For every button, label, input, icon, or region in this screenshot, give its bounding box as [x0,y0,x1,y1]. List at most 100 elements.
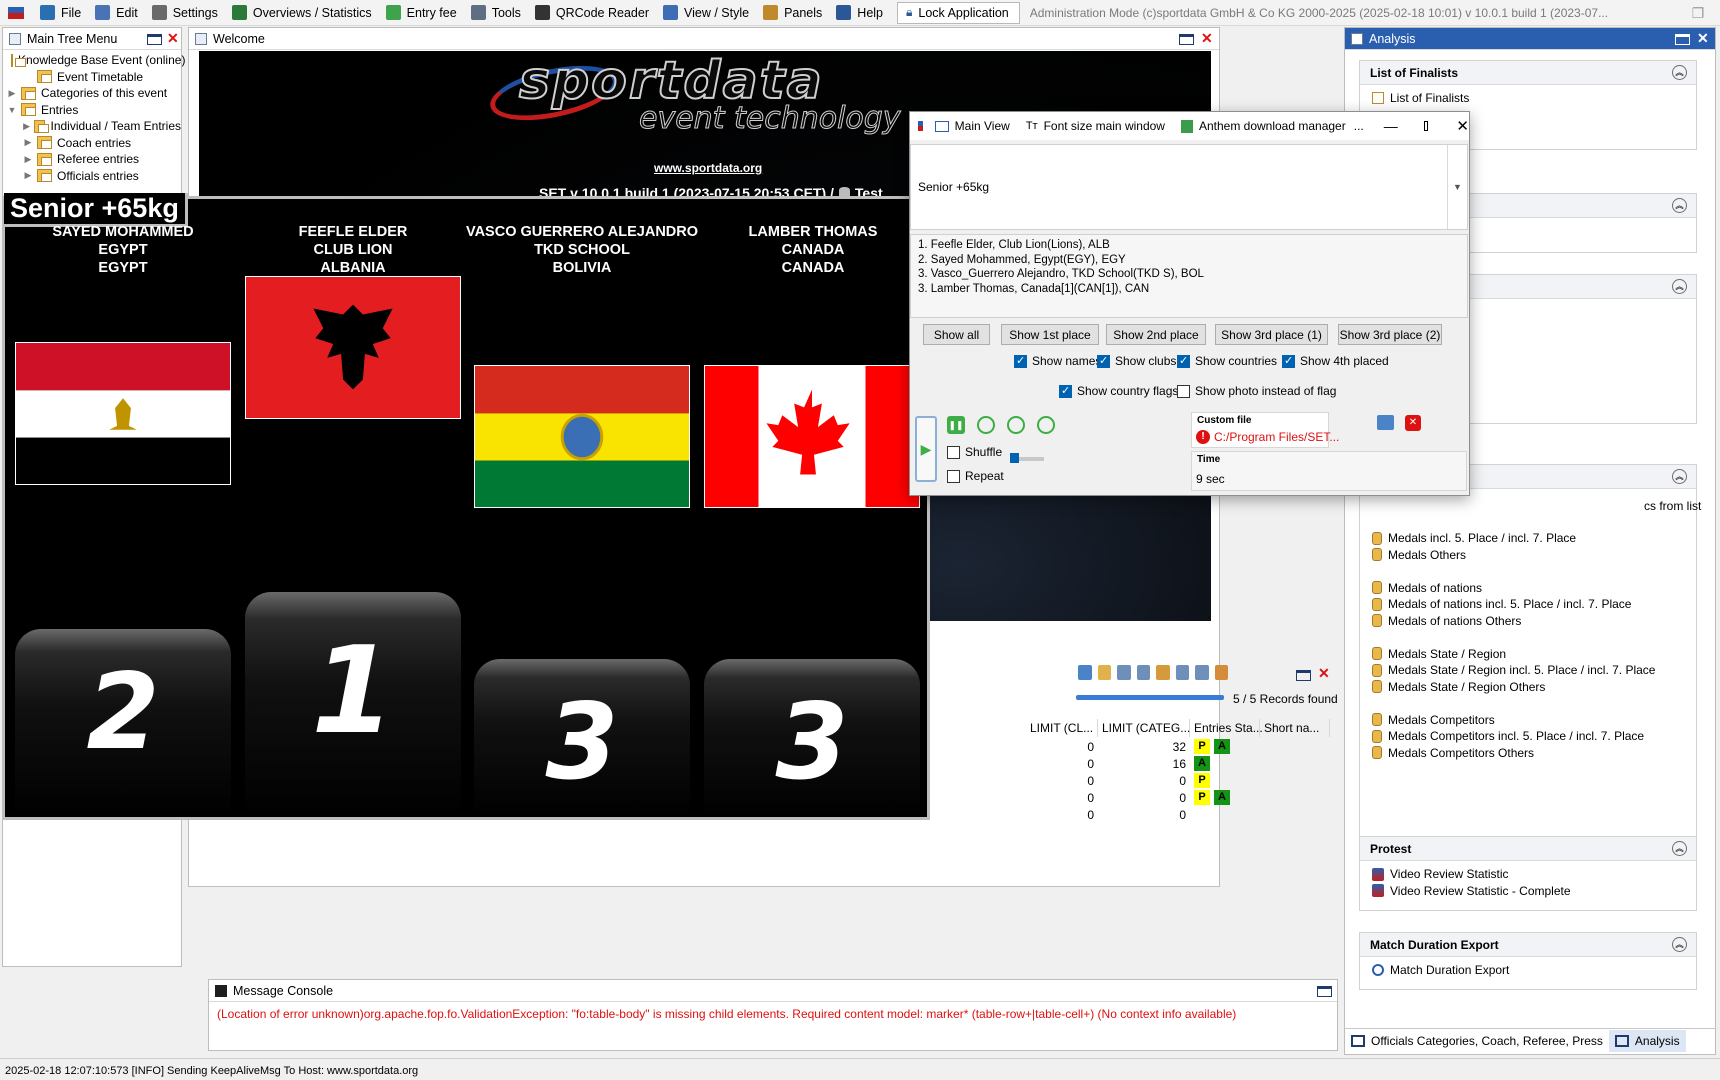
show-names-checkbox[interactable]: Show names [1014,354,1101,368]
medals-item[interactable]: Medals State / Region Others [1360,679,1698,696]
protest-header[interactable]: Protest ︽ [1360,837,1696,861]
more-button[interactable]: ... [1354,119,1364,133]
restore-window-button[interactable]: ❐ [1676,5,1720,22]
collapse-icon[interactable]: ︽ [1672,841,1687,856]
maximize-button[interactable] [1179,34,1194,45]
sportdata-url-link[interactable]: www.sportdata.org [654,161,762,175]
toolbar-icon[interactable] [1195,665,1209,680]
tab-analysis[interactable]: Analysis [1608,1029,1686,1052]
expander-icon[interactable]: ▶ [23,137,33,148]
minimize-button[interactable]: — [1384,118,1398,134]
medals-item[interactable]: Medals Competitors incl. 5. Place / incl… [1360,728,1698,745]
tab-officials[interactable]: Officials Categories, Coach, Referee, Pr… [1345,1034,1609,1048]
maximize-button[interactable] [1317,986,1332,997]
show-button-4[interactable]: Show 3rd place (2) [1338,324,1442,345]
show-4th-checkbox[interactable]: Show 4th placed [1282,354,1389,368]
volume-slider[interactable] [1010,453,1044,463]
finalists-header[interactable]: List of Finalists ︽ [1360,61,1696,85]
show-button-3[interactable]: Show 3rd place (1) [1215,324,1328,345]
menu-settings[interactable]: Settings [146,0,226,25]
medals-item[interactable]: Medals Competitors [1360,712,1698,729]
finalists-item[interactable]: List of Finalists [1360,90,1696,107]
main-view-button[interactable]: Main View [934,119,1010,133]
menu-overviews-statistics[interactable]: Overviews / Statistics [226,0,380,25]
maximize-button[interactable] [1675,34,1690,45]
show-button-2[interactable]: Show 2nd place [1106,324,1206,345]
tree-item[interactable]: ▶ Referee entries [3,151,181,168]
clear-file-button[interactable]: ✕ [1405,415,1421,431]
column-header[interactable]: Entries Sta... [1190,719,1263,737]
close-button[interactable]: ✕ [1318,665,1330,682]
collapse-icon[interactable]: ︽ [1672,469,1687,484]
column-header[interactable]: Short na... [1260,719,1330,737]
tree-item[interactable]: Event Timetable [3,69,181,86]
close-button[interactable]: ✕ [1201,30,1213,47]
anthem-manager-button[interactable]: Anthem download manager [1180,119,1346,133]
close-button[interactable]: ✕ [167,30,179,47]
collapse-icon[interactable]: ︽ [1672,65,1687,80]
previous-button[interactable] [1007,416,1025,434]
category-select[interactable]: Senior +65kg ▼ [910,144,1468,230]
tree-item[interactable]: ▶ Categories of this event [3,85,181,102]
menu-tools[interactable]: Tools [465,0,529,25]
column-header[interactable]: LIMIT (CATEG... [1098,719,1190,737]
show-button-1[interactable]: Show 1st place [1001,324,1099,345]
close-button[interactable]: ✕ [1456,117,1469,135]
duration-header[interactable]: Match Duration Export ︽ [1360,933,1696,957]
maximize-button[interactable] [1296,670,1311,681]
medals-item[interactable]: Medals of nations [1360,580,1698,597]
show-photo-checkbox[interactable]: Show photo instead of flag [1177,384,1336,398]
custom-file-box[interactable]: Custom file ! C:/Program Files/SET... [1191,412,1339,448]
column-header[interactable]: LIMIT (CL... [1026,719,1098,737]
protest-item[interactable]: Video Review Statistic - Complete [1360,883,1696,900]
menu-view-style[interactable]: View / Style [657,0,757,25]
shuffle-checkbox[interactable]: Shuffle [947,445,1002,459]
font-size-button[interactable]: Tт Font size main window [1026,119,1165,133]
show-clubs-checkbox[interactable]: Show clubs [1097,354,1176,368]
toolbar-icon[interactable] [1175,665,1189,680]
collapse-icon[interactable]: ︽ [1672,937,1687,952]
maximize-button[interactable] [147,34,162,45]
expander-icon[interactable]: ▼ [7,105,17,115]
time-box[interactable]: Time 9 sec [1191,451,1467,491]
toolbar-icon[interactable] [1156,665,1170,680]
toolbar-icon[interactable] [1214,665,1228,680]
play-button[interactable]: ▶ [915,416,937,482]
medals-item[interactable]: Medals of nations incl. 5. Place / incl.… [1360,596,1698,613]
collapse-icon[interactable]: ︽ [1672,198,1687,213]
pause-button[interactable]: ❚❚ [947,416,965,434]
menu-edit[interactable]: Edit [89,0,146,25]
tree-item[interactable]: ▼ Entries [3,102,181,119]
tree-item[interactable]: ▶ Coach entries [3,135,181,152]
protest-item[interactable]: Video Review Statistic [1360,866,1696,883]
medals-item[interactable]: Medals State / Region [1360,646,1698,663]
collapse-icon[interactable]: ︽ [1672,279,1687,294]
menu-panels[interactable]: Panels [757,0,830,25]
tree-item[interactable]: Knowledge Base Event (online) [3,52,185,69]
menu-qrcode-reader[interactable]: QRCode Reader [529,0,657,25]
expander-icon[interactable]: ▶ [23,121,30,132]
tree-item[interactable]: ▶ Individual / Team Entries [3,118,181,135]
medals-item[interactable]: Medals State / Region incl. 5. Place / i… [1360,662,1698,679]
menu-file[interactable]: File [34,0,89,25]
toolbar-icon[interactable] [1097,665,1111,680]
tree-item[interactable]: ▶ Officials entries [3,168,181,185]
show-button-0[interactable]: Show all [923,324,990,345]
show-flags-checkbox[interactable]: Show country flags [1059,384,1178,398]
medals-item[interactable]: Medals Competitors Others [1360,745,1698,762]
open-folder-button[interactable] [1377,415,1394,430]
next-button[interactable] [1037,416,1055,434]
expander-icon[interactable]: ▶ [23,170,33,181]
show-countries-checkbox[interactable]: Show countries [1177,354,1277,368]
stop-button[interactable] [977,416,995,434]
medals-item[interactable]: Medals of nations Others [1360,613,1698,630]
lock-application-button[interactable]: 🔒︎ Lock Application [897,1,1020,24]
menu-help[interactable]: Help [830,0,891,25]
dropdown-arrow-icon[interactable]: ▼ [1447,145,1467,229]
statistics-item-partial[interactable]: cs from list [1644,499,1701,513]
medals-item[interactable]: Medals incl. 5. Place / incl. 7. Place [1360,530,1698,547]
expander-icon[interactable]: ▶ [23,154,33,165]
duration-item[interactable]: Match Duration Export [1360,962,1696,979]
toolbar-icon[interactable] [1117,665,1131,680]
toolbar-icon[interactable] [1136,665,1150,680]
